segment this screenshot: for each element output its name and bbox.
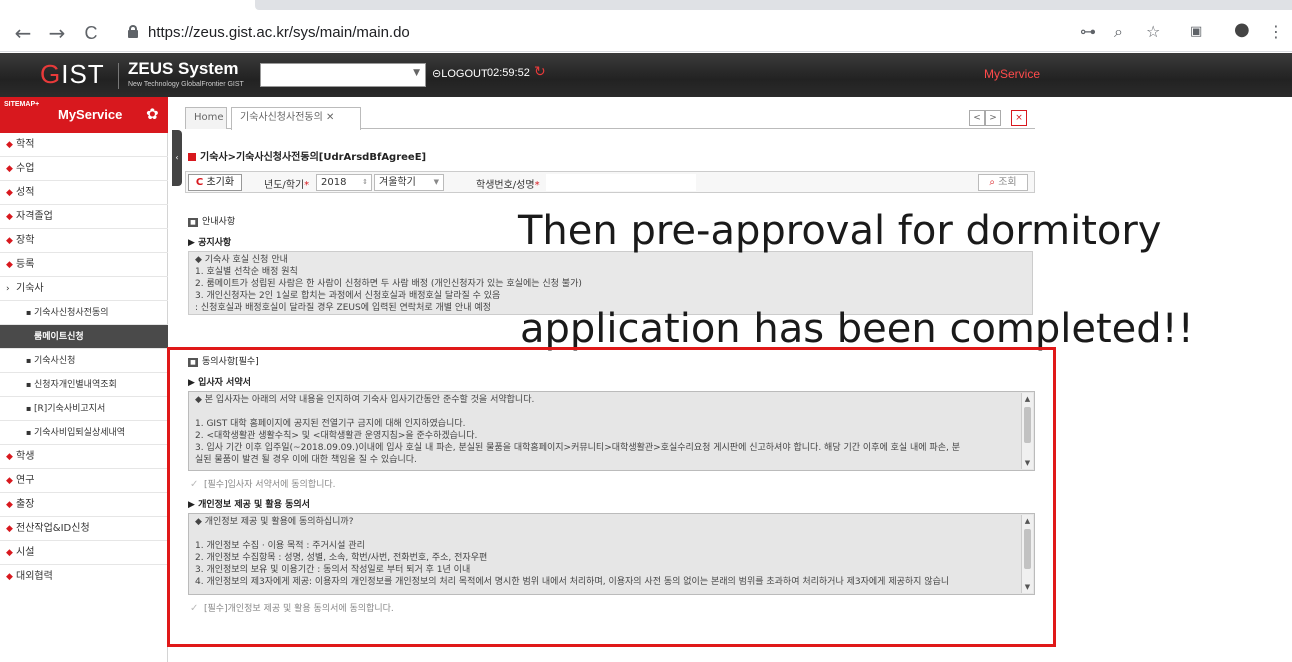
notice-section-heading: ■ 안내사항 [188,214,235,227]
content-tabs: Home 기숙사신청사전동의 ✕ < > × [185,107,1035,130]
year-stepper[interactable]: 2018 ⇕ [316,174,372,191]
reload-button[interactable]: C [78,20,104,46]
notice-line: 2. 룸메이트가 성립된 사람은 한 사람이 신청하면 두 사람 배정 (개인신… [195,279,582,289]
notice-line: ◆ 기숙사 호실 신청 안내 [195,255,288,265]
sidebar-item-facility[interactable]: ◆ 시설 [0,541,168,565]
zoom-icon[interactable]: ⌕ [1114,22,1123,42]
sitemap-link[interactable]: SITEMAP+ [4,101,39,108]
tab-home[interactable]: Home [185,107,227,129]
notice-subheading: ▶ 공지사항 [188,238,232,248]
lock-icon [128,25,138,38]
sidebar-item-academic[interactable]: ◆ 학적 [0,133,168,157]
search-button[interactable]: ⌕ 조회 [978,174,1028,191]
key-icon[interactable]: ⊶ [1080,22,1096,41]
sidebar-item-registration[interactable]: ◆ 등록 [0,253,168,277]
myservice-link[interactable]: MyService [984,67,1040,81]
sidebar-item-it-request[interactable]: ◆ 전산작업&ID신청 [0,517,168,541]
app-header: GIST ZEUS System New Technology GlobalFr… [0,53,1292,97]
sidebar-item-graduation[interactable]: ◆ 자격졸업 [0,205,168,229]
annotation-line-1: Then pre-approval for dormitory [518,208,1162,254]
sidebar-subitem-dorm-fee-detail[interactable]: ▪ 기숙사비입퇴실상세내역 [0,421,168,445]
sidebar-subitem-roommate[interactable]: 룸메이트신청 [0,325,168,349]
sidebar-subitem-applicant-history[interactable]: ▪ 신청자개인별내역조회 [0,373,168,397]
sidebar-item-scholarship[interactable]: ◆ 장학 [0,229,168,253]
menu-select[interactable]: ▼ [260,63,426,87]
tab-next-button[interactable]: > [985,110,1001,126]
page-title: 기숙사>기숙사신청사전동의[UdrArsdBfAgreeE] [188,148,426,163]
gist-logo[interactable]: GIST [40,59,105,90]
year-semester-label: 년도/학기* [264,180,310,191]
semester-select[interactable]: 겨울학기 ▼ [374,174,444,191]
sidebar-header: SITEMAP+ MyService ✿ [0,97,168,133]
highlight-box [167,347,1056,647]
sidebar-item-student[interactable]: ◆ 학생 [0,445,168,469]
browser-toolbar: ← → C https://zeus.gist.ac.kr/sys/main/m… [0,14,1292,52]
session-timer: 02:59:52 [487,67,530,79]
sidebar-subitem-dorm-bill[interactable]: ▪ [R]기숙사비고지서 [0,397,168,421]
sidebar-collapse-handle[interactable]: ‹ [172,130,182,186]
address-bar[interactable]: https://zeus.gist.ac.kr/sys/main/main.do [116,20,1216,46]
back-button[interactable]: ← [10,20,36,46]
session-refresh-icon[interactable]: ↻ [534,64,546,80]
sidebar-title: MyService [58,107,123,122]
sidebar-item-grades[interactable]: ◆ 성적 [0,181,168,205]
system-title: ZEUS System [128,59,239,78]
chevron-down-icon: ▼ [413,68,420,78]
sidebar-item-external[interactable]: ◆ 대외협력 [0,565,168,589]
sidebar-subitem-dorm-apply[interactable]: ▪ 기숙사신청 [0,349,168,373]
tab-prev-button[interactable]: < [969,110,985,126]
filter-bar: C 초기화 년도/학기* 2018 ⇕ 겨울학기 ▼ 학생번호/성명* ⌕ 조회 [185,171,1035,193]
sidebar-item-research[interactable]: ◆ 연구 [0,469,168,493]
title-marker-icon [188,153,196,161]
sidebar-subitem-dorm-preagree[interactable]: ▪ 기숙사신청사전동의 [0,301,168,325]
sidebar-item-course[interactable]: ◆ 수업 [0,157,168,181]
close-all-tabs-button[interactable]: × [1011,110,1027,126]
student-label: 학생번호/성명* [476,180,540,191]
system-subtitle: New Technology GlobalFrontier GIST [128,81,244,88]
reset-button[interactable]: C 초기화 [188,174,242,191]
account-icon[interactable]: ● [1234,19,1250,40]
tab-dorm-preagree[interactable]: 기숙사신청사전동의 ✕ [231,107,361,130]
gear-icon[interactable]: ✿ [146,105,159,123]
sidebar-item-dormitory[interactable]: › 기숙사 [0,277,168,301]
star-icon[interactable]: ☆ [1146,22,1160,41]
notice-line: 3. 개인신청자는 2인 1실로 합치는 과정에서 신청호실과 배정호실 달라질… [195,291,501,301]
url-text: https://zeus.gist.ac.kr/sys/main/main.do [148,24,410,41]
annotation-line-2: application has been completed!! [520,306,1194,352]
browser-tab-area [255,0,1292,10]
sidebar: SITEMAP+ MyService ✿ ◆ 학적 ◆ 수업 ◆ 성적 ◆ 자격졸업 ◆… [0,97,168,662]
sidebar-item-business-trip[interactable]: ◆ 출장 [0,493,168,517]
logout-button[interactable]: ⊝LOGOUT [432,67,488,80]
forward-button[interactable]: → [44,20,70,46]
notice-line: 1. 호실별 선착순 배정 원칙 [195,267,298,277]
menu-icon[interactable]: ⋮ [1268,22,1284,41]
student-input[interactable] [546,174,696,191]
logo-divider [118,63,119,89]
cast-icon[interactable]: ▣ [1190,24,1202,39]
